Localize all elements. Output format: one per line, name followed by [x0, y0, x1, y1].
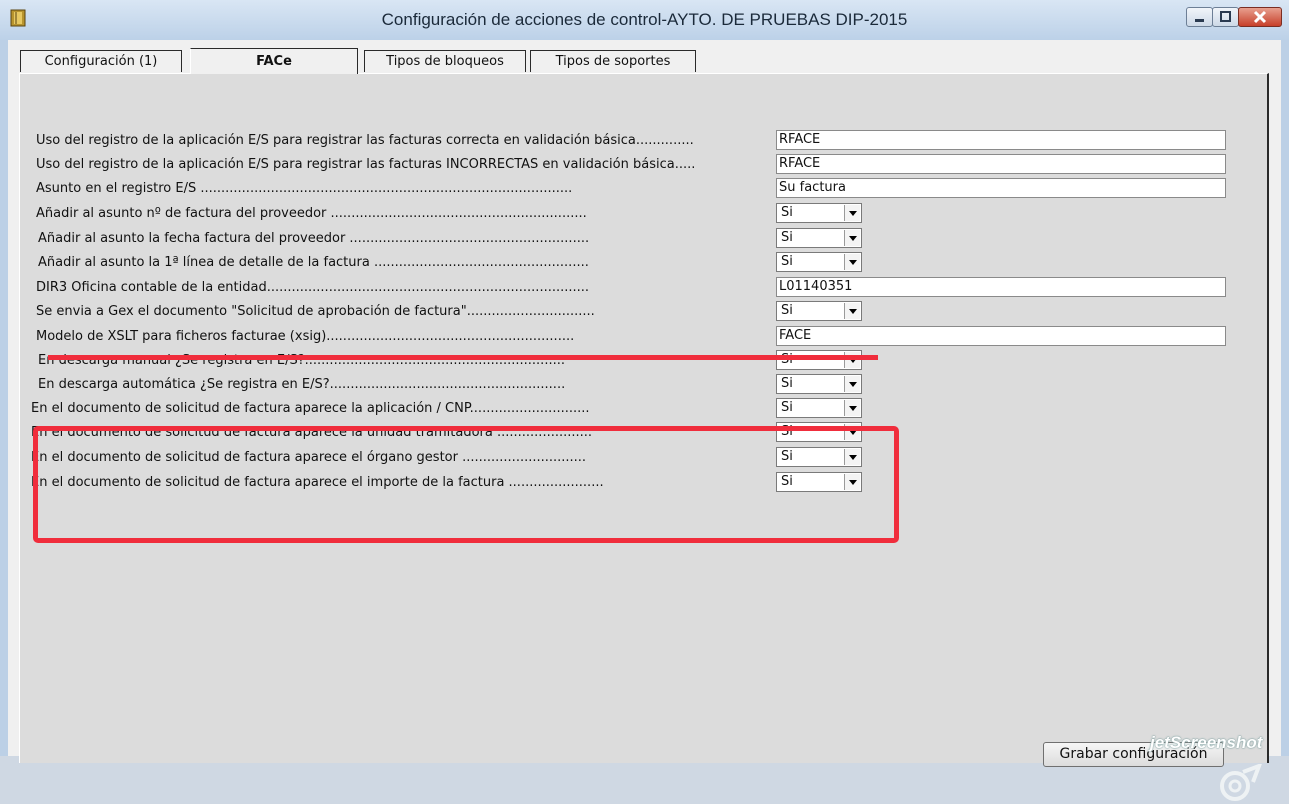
setting-dropdown[interactable]: Si [776, 203, 862, 223]
application-window: Configuración de acciones de control-AYT… [0, 0, 1289, 801]
setting-label: Uso del registro de la aplicación E/S pa… [36, 157, 696, 172]
setting-dropdown[interactable]: Si [776, 301, 862, 321]
setting-row: En descarga automática ¿Se registra en E… [20, 374, 1250, 396]
setting-dropdown[interactable]: Si [776, 374, 862, 394]
face-settings-panel: Uso del registro de la aplicación E/S pa… [19, 73, 1269, 801]
setting-row: Asunto en el registro E/S ..............… [20, 178, 1250, 200]
setting-row: En el documento de solicitud de factura … [20, 398, 1250, 420]
close-icon [1253, 10, 1267, 24]
setting-label: Añadir al asunto la fecha factura del pr… [38, 231, 590, 246]
maximize-icon [1220, 11, 1231, 22]
tab-tipos-bloqueos[interactable]: Tipos de bloqueos [364, 50, 526, 72]
setting-row: En descarga manual ¿Se registra en E/S?.… [20, 350, 1250, 372]
setting-label: Se envia a Gex el documento "Solicitud d… [36, 304, 595, 319]
watermark-logo-icon [1220, 764, 1262, 801]
chevron-down-icon[interactable] [844, 400, 860, 416]
client-area: Configuración (1) FACe Tipos de bloqueos… [8, 40, 1281, 801]
setting-label: DIR3 Oficina contable de la entidad.....… [36, 280, 590, 295]
red-box-annotation [33, 426, 899, 543]
setting-label: Modelo de XSLT para ficheros facturae (x… [36, 329, 575, 344]
setting-row: Modelo de XSLT para ficheros facturae (x… [20, 326, 1250, 348]
setting-label: Uso del registro de la aplicación E/S pa… [36, 133, 694, 148]
maximize-button[interactable] [1212, 7, 1239, 27]
setting-row: DIR3 Oficina contable de la entidad.....… [20, 277, 1250, 299]
title-bar[interactable]: Configuración de acciones de control-AYT… [0, 0, 1289, 40]
minimize-icon [1195, 19, 1204, 22]
tab-tipos-soportes[interactable]: Tipos de soportes [530, 50, 696, 72]
setting-dropdown[interactable]: Si [776, 398, 862, 418]
setting-label: En descarga automática ¿Se registra en E… [38, 377, 566, 392]
setting-row: Se envia a Gex el documento "Solicitud d… [20, 301, 1250, 323]
dropdown-value: Si [781, 400, 793, 415]
dropdown-value: Si [781, 254, 793, 269]
setting-text-field[interactable]: Su factura [776, 178, 1226, 198]
setting-text-field[interactable]: FACE [776, 326, 1226, 346]
setting-label: Asunto en el registro E/S ..............… [36, 181, 573, 196]
setting-row: Añadir al asunto nº de factura del prove… [20, 203, 1250, 225]
setting-row: Añadir al asunto la fecha factura del pr… [20, 228, 1250, 250]
setting-text-field[interactable]: L01140351 [776, 277, 1226, 297]
dropdown-value: Si [781, 376, 793, 391]
chevron-down-icon[interactable] [844, 254, 860, 270]
tab-face[interactable]: FACe [190, 48, 358, 74]
setting-dropdown[interactable]: Si [776, 252, 862, 272]
chevron-down-icon[interactable] [844, 230, 860, 246]
setting-text-field[interactable]: RFACE [776, 130, 1226, 150]
watermark-text: jetScreenshot [1150, 733, 1263, 752]
setting-dropdown[interactable]: Si [776, 228, 862, 248]
dropdown-value: Si [781, 303, 793, 318]
setting-dropdown[interactable]: Si [776, 350, 862, 370]
setting-label: Añadir al asunto nº de factura del prove… [36, 206, 587, 221]
setting-row: Uso del registro de la aplicación E/S pa… [20, 154, 1250, 176]
red-underline-annotation [48, 355, 878, 360]
chevron-down-icon[interactable] [844, 303, 860, 319]
chevron-down-icon[interactable] [844, 205, 860, 221]
setting-row: Añadir al asunto la 1ª línea de detalle … [20, 252, 1250, 274]
minimize-button[interactable] [1186, 7, 1213, 27]
window-title: Configuración de acciones de control-AYT… [381, 10, 908, 29]
setting-label: Añadir al asunto la 1ª línea de detalle … [38, 255, 589, 270]
setting-text-field[interactable]: RFACE [776, 154, 1226, 174]
dropdown-value: Si [781, 205, 793, 220]
close-button[interactable] [1238, 7, 1282, 27]
chevron-down-icon[interactable] [844, 376, 860, 392]
setting-label: En el documento de solicitud de factura … [31, 401, 590, 416]
setting-row: Uso del registro de la aplicación E/S pa… [20, 130, 1250, 152]
tab-configuracion[interactable]: Configuración (1) [20, 50, 182, 72]
dropdown-value: Si [781, 230, 793, 245]
